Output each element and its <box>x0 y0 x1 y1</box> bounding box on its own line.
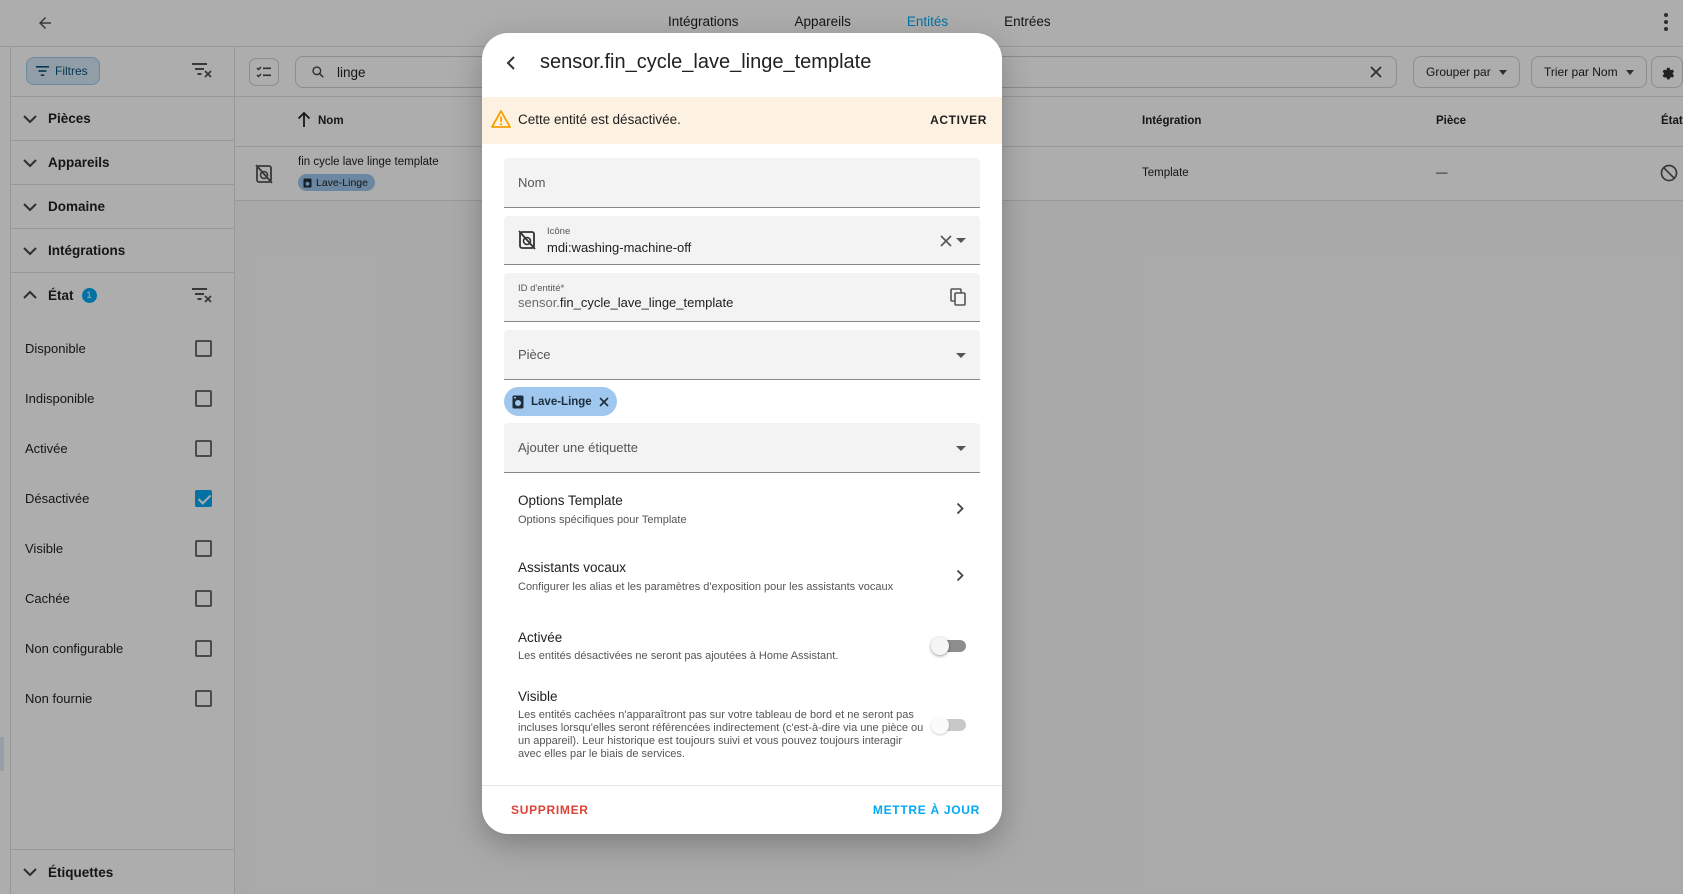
icon-picker-field[interactable]: Icône mdi:washing-machine-off <box>504 216 980 265</box>
voice-assistants-title: Assistants vocaux <box>518 560 627 575</box>
disabled-warning-banner: Cette entité est désactivée. ACTIVER <box>482 97 1002 144</box>
dialog-back-icon[interactable] <box>506 55 516 71</box>
entity-id-text: fin_cycle_lave_linge_template <box>559 295 734 310</box>
visible-toggle[interactable] <box>931 716 966 734</box>
icon-field-label: Icône <box>547 226 571 237</box>
copy-icon[interactable] <box>950 288 966 306</box>
activate-button[interactable]: ACTIVER <box>930 113 987 127</box>
entity-id-prefix: sensor. <box>518 295 560 310</box>
dialog-actions: SUPPRIMER METTRE À JOUR <box>482 785 1002 834</box>
chip-remove-icon[interactable] <box>599 396 609 407</box>
visible-title: Visible <box>518 689 558 704</box>
entity-id-value: sensor.fin_cycle_lave_linge_template <box>518 295 733 310</box>
update-button[interactable]: METTRE À JOUR <box>873 803 980 817</box>
enabled-title: Activée <box>518 630 563 645</box>
clear-icon[interactable] <box>940 235 952 247</box>
icon-field-value: mdi:washing-machine-off <box>547 240 692 255</box>
template-options-subtitle: Options spécifiques pour Template <box>518 514 687 526</box>
entity-id-field[interactable]: ID d'entité* sensor.fin_cycle_lave_linge… <box>504 273 980 322</box>
washing-machine-off-icon <box>518 230 536 250</box>
enabled-setting: Activée Les entités désactivées ne seron… <box>482 630 1002 670</box>
label-chip-lave-linge[interactable]: Lave-Linge <box>504 387 617 416</box>
dialog-title: sensor.fin_cycle_lave_linge_template <box>540 51 872 73</box>
dropdown-caret-icon[interactable] <box>956 353 966 358</box>
entity-settings-dialog: sensor.fin_cycle_lave_linge_template Cet… <box>482 33 1002 834</box>
chip-label: Lave-Linge <box>531 395 592 408</box>
chevron-right-icon <box>956 569 964 582</box>
enabled-toggle[interactable] <box>931 637 966 655</box>
dropdown-caret-icon[interactable] <box>956 446 966 451</box>
template-options-item[interactable]: Options Template Options spécifiques pou… <box>482 482 1002 542</box>
voice-assistants-subtitle: Configurer les alias et les paramètres d… <box>518 581 894 593</box>
voice-assistants-item[interactable]: Assistants vocaux Configurer les alias e… <box>482 549 1002 609</box>
chevron-right-icon <box>956 502 964 515</box>
delete-button[interactable]: SUPPRIMER <box>511 803 589 817</box>
name-field-label: Nom <box>518 175 546 190</box>
add-label-text: Ajouter une étiquette <box>518 440 638 455</box>
washing-machine-icon <box>512 395 524 408</box>
entity-id-label: ID d'entité* <box>518 283 565 294</box>
visible-description: Les entités cachées n'apparaîtront pas s… <box>518 709 924 760</box>
warning-text: Cette entité est désactivée. <box>518 112 681 127</box>
dialog-header: sensor.fin_cycle_lave_linge_template <box>482 33 1002 97</box>
piece-select[interactable]: Pièce <box>504 330 980 380</box>
warning-icon <box>491 110 511 128</box>
enabled-description: Les entités désactivées ne seront pas aj… <box>518 650 839 662</box>
name-field[interactable]: Nom <box>504 158 980 208</box>
visible-setting: Visible Les entités cachées n'apparaîtro… <box>482 689 1002 769</box>
piece-label: Pièce <box>518 347 551 362</box>
template-options-title: Options Template <box>518 493 623 508</box>
dropdown-caret-icon[interactable] <box>956 238 966 243</box>
add-label-select[interactable]: Ajouter une étiquette <box>504 423 980 473</box>
